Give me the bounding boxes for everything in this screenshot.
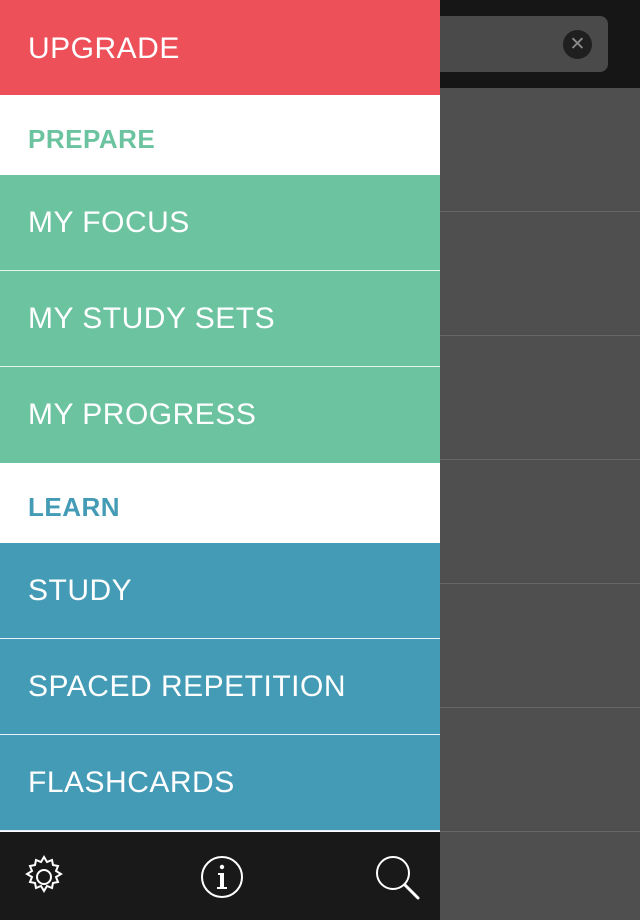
list-item[interactable] <box>440 584 640 708</box>
upgrade-label: UPGRADE <box>28 31 180 65</box>
info-icon[interactable] <box>199 854 245 900</box>
list-item[interactable] <box>440 460 640 584</box>
drawer-bottom-bar <box>0 832 440 920</box>
search-icon[interactable] <box>374 854 420 900</box>
list-item[interactable] <box>440 88 640 212</box>
section-heading-prepare: PREPARE <box>0 95 440 175</box>
gear-icon[interactable] <box>21 854 67 900</box>
menu-item-label: MY PROGRESS <box>28 398 257 431</box>
background-list <box>440 88 640 920</box>
menu-item-label: STUDY <box>28 573 133 607</box>
clear-search-icon[interactable]: ✕ <box>563 30 592 59</box>
menu-item-my-progress[interactable]: MY PROGRESS <box>0 367 440 463</box>
menu-item-spaced-repetition[interactable]: SPACED REPETITION <box>0 639 440 735</box>
section-heading-learn: LEARN <box>0 463 440 543</box>
menu-item-my-study-sets[interactable]: MY STUDY SETS <box>0 271 440 367</box>
menu-item-flashcards[interactable]: FLASHCARDS <box>0 735 440 831</box>
side-drawer: UPGRADE PREPARE MY FOCUS MY STUDY SETS M… <box>0 0 440 920</box>
upgrade-button[interactable]: UPGRADE <box>0 0 440 95</box>
list-item[interactable] <box>440 336 640 460</box>
menu-item-label: MY STUDY SETS <box>28 301 276 335</box>
list-item[interactable] <box>440 708 640 832</box>
menu-item-label: MY FOCUS <box>28 205 190 239</box>
list-item[interactable] <box>440 832 640 920</box>
menu-item-study[interactable]: STUDY <box>0 543 440 639</box>
menu-item-my-focus[interactable]: MY FOCUS <box>0 175 440 271</box>
list-item[interactable] <box>440 212 640 336</box>
menu-item-label: FLASHCARDS <box>28 765 235 799</box>
menu-item-label: SPACED REPETITION <box>28 669 346 703</box>
